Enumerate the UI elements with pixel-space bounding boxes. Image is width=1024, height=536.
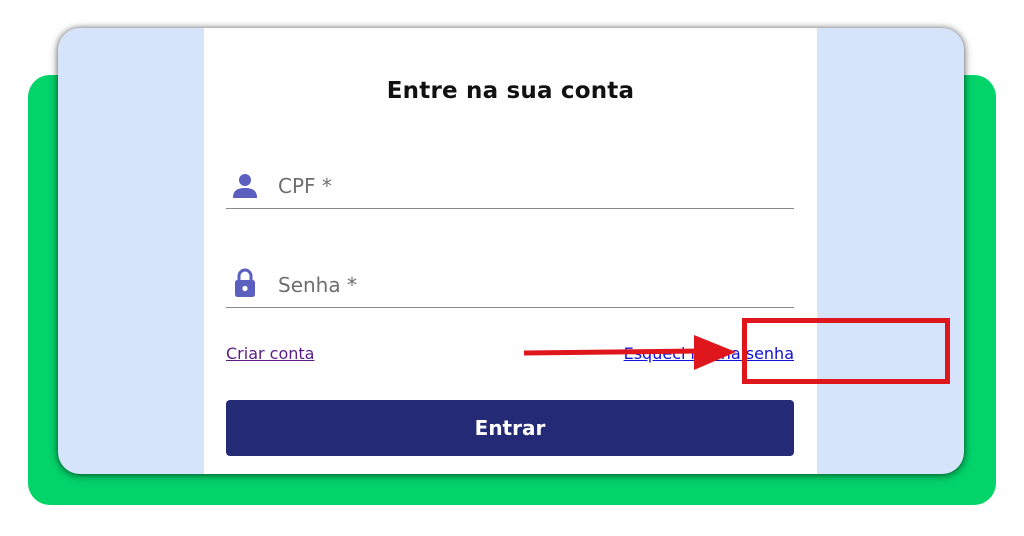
password-field[interactable]: Senha * bbox=[226, 263, 794, 308]
screenshot-frame: Entre na sua conta CPF * Senha * Criar c… bbox=[58, 28, 964, 474]
create-account-link[interactable]: Criar conta bbox=[226, 344, 314, 363]
lock-icon bbox=[235, 268, 255, 297]
login-submit-button[interactable]: Entrar bbox=[226, 400, 794, 456]
cpf-field[interactable]: CPF * bbox=[226, 164, 794, 209]
login-panel: Entre na sua conta CPF * Senha * Criar c… bbox=[204, 28, 950, 474]
cpf-label: CPF * bbox=[278, 174, 332, 198]
password-label: Senha * bbox=[278, 273, 357, 297]
login-title: Entre na sua conta bbox=[386, 78, 635, 104]
person-icon bbox=[233, 174, 257, 198]
arrow-annotation-icon bbox=[524, 335, 736, 370]
highlight-annotation-box bbox=[742, 318, 950, 384]
